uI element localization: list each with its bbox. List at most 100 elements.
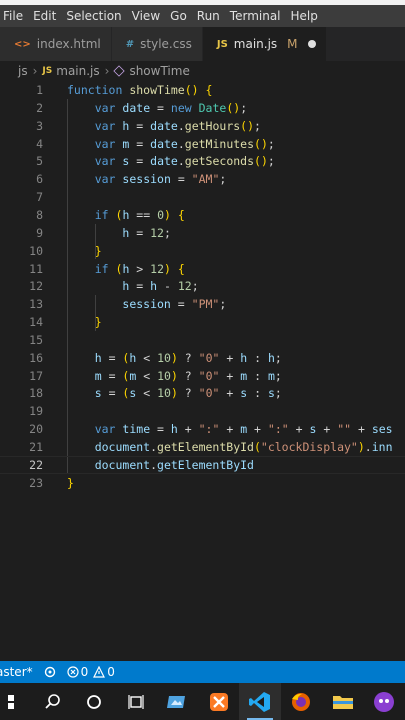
- code-line[interactable]: 7: [0, 188, 405, 206]
- code-line[interactable]: 23}: [0, 474, 405, 492]
- branch-indicator[interactable]: aster*: [0, 665, 33, 679]
- code-line[interactable]: 14 }: [0, 313, 405, 331]
- status-bar: aster* 0 0: [0, 661, 405, 683]
- code-line[interactable]: 5 var s = date.getSeconds();: [0, 152, 405, 170]
- line-number: 15: [29, 332, 43, 347]
- code-line[interactable]: 15: [0, 331, 405, 349]
- tab-label: index.html: [36, 37, 101, 51]
- code-editor[interactable]: 1 function showTime() { 2 var date = new D…: [0, 81, 405, 661]
- menu-item-selection[interactable]: Selection: [61, 5, 126, 27]
- taskbar-app-vscode[interactable]: [239, 683, 281, 720]
- unsaved-dot-icon[interactable]: [307, 40, 316, 48]
- taskbar-app-file-explorer[interactable]: [322, 683, 363, 720]
- breadcrumb: js › JS main.js › showTime: [0, 61, 405, 81]
- code-text: h = h - 12;: [122, 279, 199, 294]
- taskbar: [0, 683, 405, 720]
- line-number: 10: [29, 243, 43, 258]
- code-text: function showTime() {: [67, 83, 213, 97]
- branch-label: aster*: [0, 665, 33, 679]
- line-number: 22: [29, 457, 43, 472]
- code-line[interactable]: 22 document.getElementById: [0, 456, 405, 474]
- code-line[interactable]: 13 session = "PM";: [0, 295, 405, 313]
- code-line[interactable]: 4 var m = date.getMinutes();: [0, 135, 405, 153]
- taskbar-app-photos[interactable]: [156, 683, 197, 720]
- line-number: 14: [29, 315, 43, 330]
- code-text: if (h > 12) {: [94, 261, 185, 276]
- js-file-icon: JS: [42, 66, 53, 76]
- error-count: 0: [80, 665, 89, 679]
- error-icon: [67, 666, 79, 678]
- xampp-icon: [209, 692, 228, 711]
- search-button[interactable]: [32, 683, 73, 720]
- problems-indicator[interactable]: 0 0: [67, 665, 115, 679]
- menu-item-file[interactable]: File: [0, 5, 28, 27]
- line-number: 16: [29, 350, 43, 365]
- vscode-icon: [249, 691, 271, 712]
- cortana-button[interactable]: [74, 683, 115, 720]
- line-number: 8: [36, 207, 43, 222]
- line-number: 18: [29, 386, 43, 401]
- code-text: }: [67, 475, 74, 490]
- code-line[interactable]: 16 h = (h < 10) ? "0" + h : h;: [0, 349, 405, 367]
- code-line[interactable]: 1 function showTime() {: [0, 81, 405, 99]
- code-line[interactable]: 19: [0, 402, 405, 420]
- line-number: 3: [36, 118, 43, 133]
- code-text: if (h == 0) {: [94, 207, 185, 222]
- code-line[interactable]: 6 var session = "AM";: [0, 170, 405, 188]
- menu-bar: File Edit Selection View Go Run Terminal Help: [0, 5, 405, 27]
- line-number: 2: [36, 100, 43, 115]
- menu-item-edit[interactable]: Edit: [28, 5, 61, 27]
- code-line[interactable]: 2 var date = new Date();: [0, 99, 405, 117]
- code-line[interactable]: 10 }: [0, 242, 405, 260]
- breadcrumb-file[interactable]: main.js: [56, 64, 99, 78]
- code-text: session = "PM";: [122, 297, 227, 312]
- menu-item-terminal[interactable]: Terminal: [225, 5, 286, 27]
- menu-item-view[interactable]: View: [127, 5, 165, 27]
- code-line[interactable]: 21 document.getElementById("clockDisplay…: [0, 438, 405, 456]
- code-line[interactable]: 3 var h = date.getHours();: [0, 117, 405, 135]
- code-line[interactable]: 11 if (h > 12) {: [0, 260, 405, 278]
- task-view-button[interactable]: [115, 683, 156, 720]
- line-number: 7: [36, 190, 43, 205]
- code-line[interactable]: 8 if (h == 0) {: [0, 206, 405, 224]
- warning-count: 0: [107, 665, 115, 679]
- file-type-icon: JS: [216, 38, 228, 50]
- menu-item-run[interactable]: Run: [192, 5, 225, 27]
- app-icon: [374, 691, 395, 712]
- windows-start-button[interactable]: [0, 683, 32, 720]
- code-line[interactable]: 9 h = 12;: [0, 224, 405, 242]
- code-line[interactable]: 12 h = h - 12;: [0, 277, 405, 295]
- line-number: 21: [29, 440, 43, 454]
- function-symbol-icon: [113, 65, 126, 77]
- code-line[interactable]: 17 m = (m < 10) ? "0" + m : m;: [0, 367, 405, 385]
- code-text: var h = date.getHours();: [94, 118, 261, 133]
- tab-index-html[interactable]: <> index.html: [0, 27, 112, 61]
- sync-button[interactable]: [43, 665, 57, 679]
- line-number: 20: [29, 422, 43, 437]
- taskbar-app-other[interactable]: [364, 683, 405, 720]
- photos-app-icon: [167, 695, 186, 708]
- code-text: var date = new Date();: [94, 100, 248, 115]
- code-text: h = 12;: [122, 225, 171, 240]
- menu-item-go[interactable]: Go: [165, 5, 192, 27]
- line-number: 1: [36, 83, 43, 97]
- code-text: }: [94, 243, 102, 258]
- file-explorer-icon: [332, 695, 353, 709]
- sync-icon: [44, 666, 55, 678]
- code-line[interactable]: 20 var time = h + ":" + m + ":" + s + ""…: [0, 420, 405, 438]
- modified-indicator: M: [287, 37, 298, 51]
- code-text: }: [94, 315, 102, 330]
- line-number: 5: [36, 154, 43, 169]
- line-number: 4: [36, 136, 43, 151]
- taskbar-app-xampp[interactable]: [198, 683, 239, 720]
- menu-item-help[interactable]: Help: [286, 5, 323, 27]
- code-text: document.getElementById("clockDisplay").…: [94, 440, 393, 454]
- code-line[interactable]: 18 s = (s < 10) ? "0" + s : s;: [0, 384, 405, 402]
- code-text: var session = "AM";: [94, 172, 227, 187]
- breadcrumb-folder[interactable]: js: [18, 64, 28, 78]
- tab-main-js[interactable]: JS main.js M: [202, 27, 327, 61]
- tab-style-css[interactable]: # style.css: [111, 27, 203, 61]
- taskbar-app-firefox[interactable]: [281, 683, 322, 720]
- breadcrumb-symbol[interactable]: showTime: [129, 64, 189, 78]
- line-number: 6: [36, 172, 43, 187]
